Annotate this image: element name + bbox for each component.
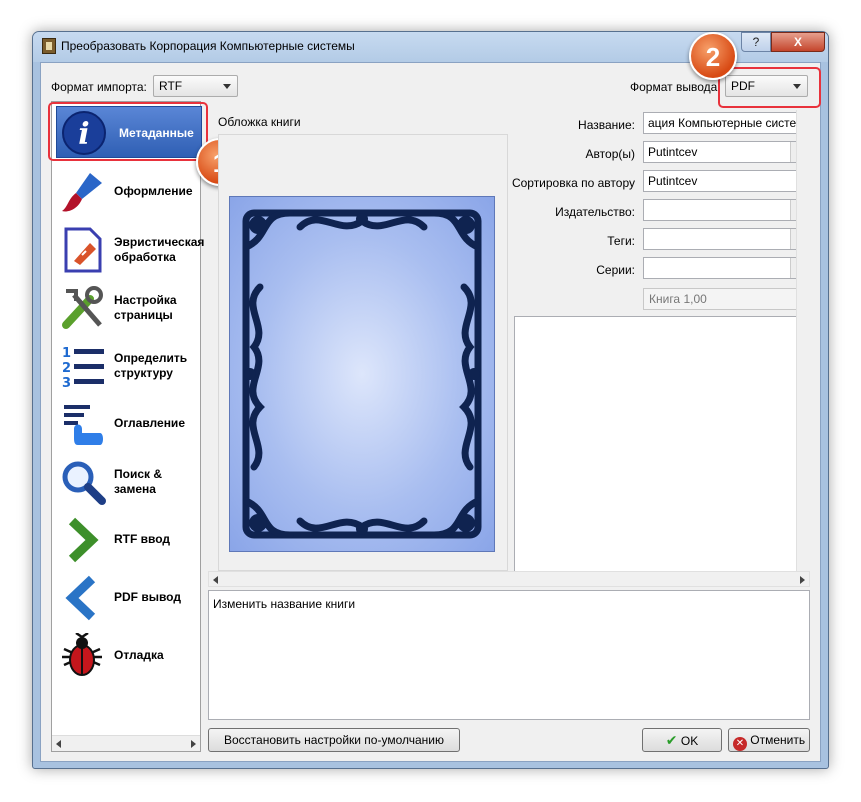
scroll-left-icon[interactable] [56,740,61,748]
comments-editor[interactable] [514,316,797,572]
sidebar-item-search-replace[interactable]: Поиск & замена [52,453,200,511]
sidebar-item-look[interactable]: Оформление [52,163,200,221]
restore-defaults-button[interactable]: Восстановить настройки по-умолчанию [208,728,460,752]
import-format-value: RTF [159,79,183,93]
series-index-spinbox[interactable]: Книга 1,00 [643,288,797,310]
series-field[interactable] [643,257,797,279]
svg-text:1: 1 [62,346,71,361]
sidebar-item-label: Определить структуру [114,351,188,380]
sidebar-item-pdf-output[interactable]: PDF вывод [52,569,200,627]
author-sort-field[interactable]: Putintcev [643,170,797,192]
svg-text:2: 2 [62,361,71,376]
book-cover-image[interactable] [229,196,495,552]
scroll-right-icon[interactable] [191,740,196,748]
hint-text: Изменить название книги [213,597,356,611]
cancel-button[interactable]: ✕ Отменить [728,728,810,752]
sidebar-item-label: Эвристическая обработка [114,235,205,264]
sidebar-item-label: Оформление [114,184,193,198]
sidebar-item-label: Настройка страницы [114,293,177,322]
sidebar-item-label: RTF ввод [114,532,171,546]
vertical-scrollbar[interactable] [796,110,810,572]
title-label: Название: [578,118,635,132]
search-icon [60,459,106,505]
bug-icon [60,631,106,679]
tags-label: Теги: [607,234,635,248]
horizontal-scrollbar[interactable] [208,571,810,587]
callout-badge-2: 2 [689,32,737,80]
output-format-label: Формат вывода [630,80,718,94]
tools-icon [60,285,106,331]
window-title: Преобразовать Корпорация Компьютерные си… [61,39,355,53]
chevron-down-icon [223,84,231,89]
cancel-icon: ✕ [732,737,747,751]
publisher-field[interactable] [643,199,797,221]
author-label: Автор(ы) [585,147,635,161]
sidebar-item-page-setup[interactable]: Настройка страницы [52,279,200,337]
sidebar-item-label: Поиск & замена [114,467,163,496]
help-button[interactable]: ? [741,32,771,52]
brush-icon [60,169,106,215]
app-icon [42,38,56,54]
arrow-left-icon [60,575,106,621]
ok-label: OK [680,734,699,748]
sidebar-item-heuristics[interactable]: Эвристическая обработка [52,221,204,279]
tags-field[interactable] [643,228,797,250]
sidebar-horizontal-scrollbar[interactable] [52,735,200,751]
sidebar-item-rtf-input[interactable]: RTF ввод [52,511,200,569]
check-icon: ✔ [665,732,678,748]
scroll-left-icon[interactable] [213,576,218,584]
cover-label: Обложка книги [218,115,301,129]
close-button[interactable]: X [771,32,825,52]
cancel-label: Отменить [750,733,806,747]
sidebar-item-label: PDF вывод [114,590,181,604]
numbered-list-icon: 1 2 3 [60,343,106,391]
sidebar-item-structure[interactable]: 1 2 3 Определить структуру [52,337,200,395]
scroll-right-icon[interactable] [800,576,805,584]
output-format-highlight [718,67,821,108]
import-format-select[interactable]: RTF [153,75,238,97]
author-field[interactable]: Putintcev [643,141,797,163]
sidebar-item-toc[interactable]: Оглавление [52,395,200,453]
toc-icon [60,401,106,447]
sidebar-item-label: Отладка [114,648,164,662]
document-icon [60,227,106,273]
svg-text:3: 3 [62,376,71,389]
ok-button[interactable]: ✔ OK [642,728,722,752]
author-value: Putintcev [648,145,698,159]
arrow-right-icon [60,517,106,563]
sidebar-item-debug[interactable]: Отладка [52,627,200,685]
help-text-box: Изменить название книги [208,590,810,720]
author-sort-label: Сортировка по автору [511,176,635,190]
sidebar-item-label: Оглавление [114,416,185,430]
publisher-label: Издательство: [555,205,635,219]
import-format-label: Формат импорта: [51,80,147,94]
series-label: Серии: [596,263,635,277]
metadata-highlight [48,102,208,161]
title-field[interactable]: ация Компьютерные систем [643,112,797,134]
